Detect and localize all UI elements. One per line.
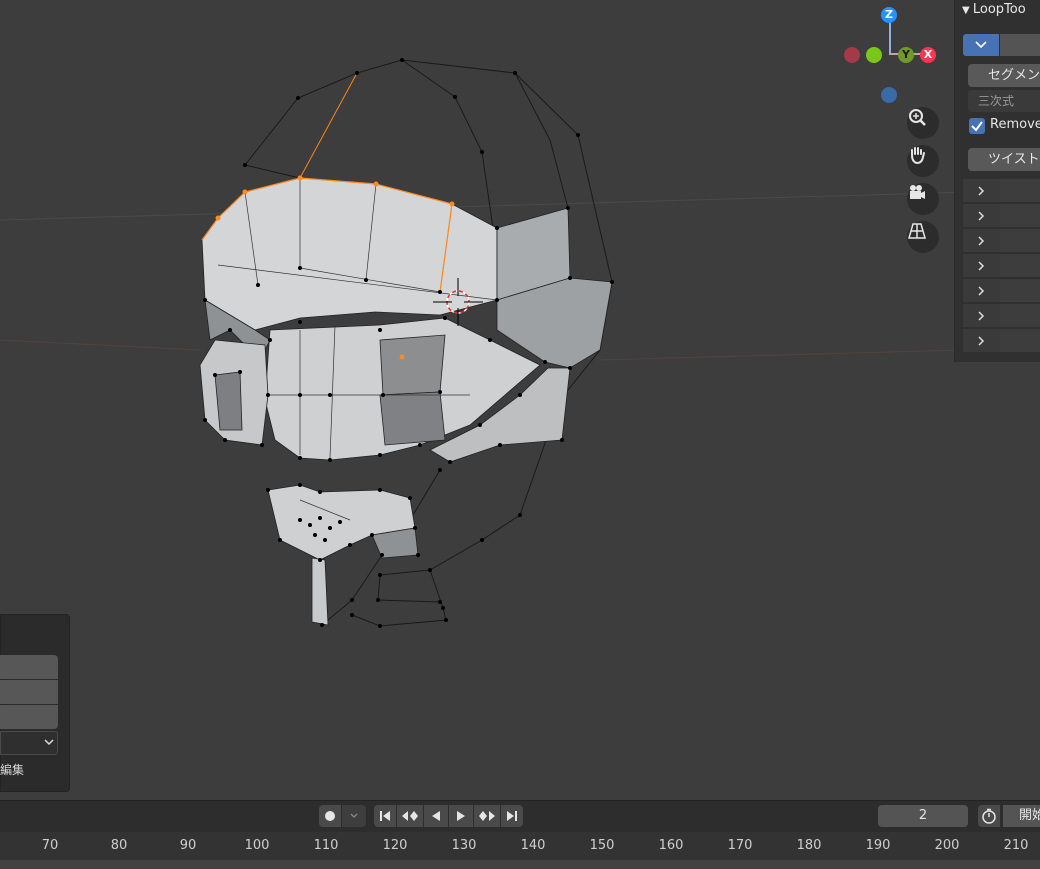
next-keyframe-button[interactable] (474, 805, 500, 827)
chevron-right-icon (963, 204, 999, 227)
jump-start-button[interactable] (374, 805, 396, 827)
start-frame-field[interactable]: 開始 (1003, 805, 1040, 827)
ruler-tick: 180 (796, 838, 822, 853)
timeline-scrollbar[interactable] (0, 860, 1040, 869)
chevron-right-icon (963, 329, 999, 352)
collapse-triangle-icon: ▼ (962, 5, 973, 16)
looptools-title: LoopToo (972, 2, 1026, 17)
chevron-right-icon (963, 279, 999, 302)
chevron-down-icon (44, 739, 54, 746)
neg-y-axis-icon[interactable] (866, 47, 882, 63)
neg-x-axis-icon[interactable] (844, 47, 860, 63)
neg-z-axis-icon[interactable] (881, 87, 897, 103)
chevron-right-icon (963, 229, 999, 252)
zoom-icon[interactable] (907, 107, 939, 139)
jump-end-button[interactable] (501, 805, 523, 827)
timeline-ruler[interactable]: 70 80 90 100 110 120 130 140 150 160 170… (0, 832, 1040, 860)
collapsed-row-4[interactable] (963, 254, 1040, 277)
head-mesh (199, 177, 613, 626)
3d-viewport[interactable]: Z Y X (0, 0, 1040, 800)
ruler-tick: 200 (934, 838, 960, 853)
remove-checkbox[interactable] (969, 118, 985, 134)
ruler-tick: 90 (179, 838, 197, 853)
ruler-tick: 210 (1003, 838, 1029, 853)
collapsed-row-3[interactable] (963, 229, 1040, 252)
collapsed-row-6[interactable] (963, 304, 1040, 327)
expand-tab-active[interactable] (963, 34, 999, 56)
ruler-tick: 100 (244, 838, 270, 853)
chevron-right-icon (963, 179, 999, 202)
grid-perspective-icon[interactable] (907, 221, 939, 253)
collapsed-row-2[interactable] (963, 204, 1040, 227)
z-axis-line (889, 22, 891, 54)
looptools-panel-header[interactable]: ▼ LoopToo (962, 0, 1026, 20)
collapsed-row-1[interactable] (963, 179, 1040, 202)
hand-pan-icon[interactable] (907, 145, 939, 177)
y-axis-icon[interactable]: Y (898, 47, 914, 63)
interpolation-field[interactable]: 三次式 (968, 90, 1040, 112)
operator-dropdown[interactable] (0, 731, 58, 755)
ruler-tick: 170 (727, 838, 753, 853)
looptools-tab-row[interactable] (963, 34, 1040, 56)
segment-button[interactable]: セグメン (968, 64, 1040, 87)
ruler-tick: 130 (451, 838, 477, 853)
collapsed-row-7[interactable] (963, 329, 1040, 352)
tab-rest[interactable] (1000, 34, 1040, 56)
chevron-down-icon (350, 813, 358, 818)
ruler-tick: 140 (520, 838, 546, 853)
x-axis-icon[interactable]: X (920, 47, 936, 63)
mesh-canvas[interactable] (0, 0, 1040, 800)
ruler-tick: 190 (865, 838, 891, 853)
operator-field-3[interactable] (0, 705, 58, 729)
ruler-tick: 110 (313, 838, 339, 853)
operator-field-1[interactable] (0, 655, 58, 679)
ruler-tick: 70 (41, 838, 59, 853)
operator-field-2[interactable] (0, 680, 58, 704)
record-button[interactable] (319, 805, 341, 827)
ruler-tick: 160 (658, 838, 684, 853)
ruler-tick: 80 (110, 838, 128, 853)
chevron-right-icon (963, 304, 999, 327)
play-button[interactable] (449, 805, 473, 827)
camera-icon[interactable] (907, 183, 939, 215)
chevron-right-icon (963, 254, 999, 277)
ruler-tick: 120 (382, 838, 408, 853)
twist-button[interactable]: ツイスト (968, 148, 1040, 171)
remove-checkbox-label: Remove (990, 117, 1040, 132)
prev-keyframe-button[interactable] (397, 805, 423, 827)
ruler-tick: 150 (589, 838, 615, 853)
play-reverse-button[interactable] (424, 805, 448, 827)
current-frame-field[interactable]: 2 (878, 805, 968, 827)
keying-dropdown[interactable] (342, 805, 366, 827)
timer-icon[interactable] (978, 805, 1000, 827)
collapsed-row-5[interactable] (963, 279, 1040, 302)
edit-label: 編集 (0, 763, 25, 777)
z-axis-icon[interactable]: Z (881, 7, 897, 23)
